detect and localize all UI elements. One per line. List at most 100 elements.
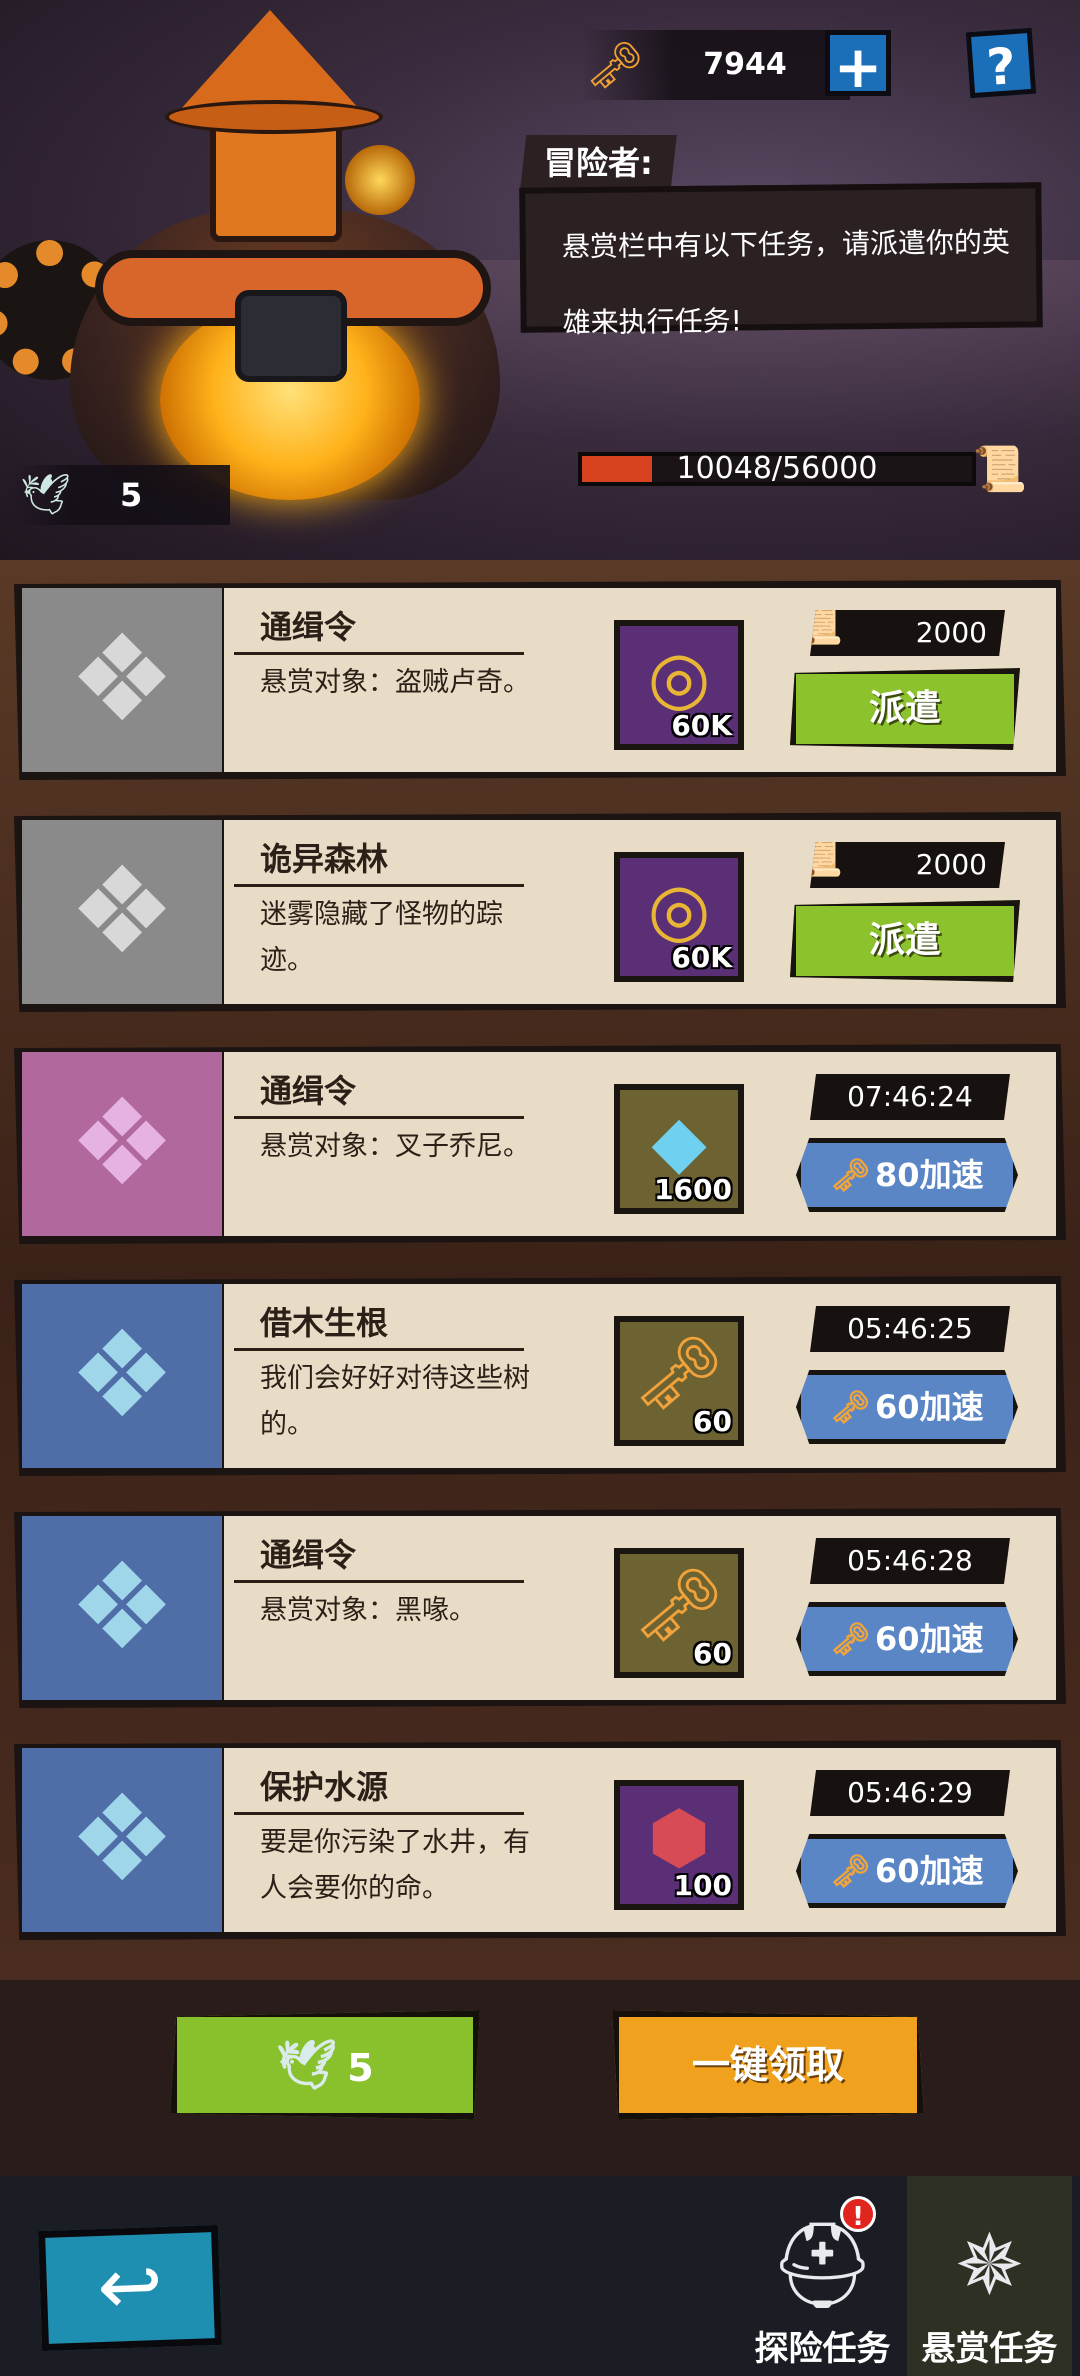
dispatch-cost: 📜 2000 — [810, 610, 1005, 656]
tab-label: 探险任务 — [754, 2329, 891, 2369]
bounty-progress-bar: 10048/56000 — [578, 452, 976, 486]
quest-emblem: ❖ — [22, 1748, 222, 1932]
quest-emblem: ❖ — [22, 1516, 222, 1700]
speed-up-button[interactable]: 🗝 60加速 — [796, 1834, 1018, 1908]
scroll-key-icon: 🗝 — [830, 1156, 872, 1194]
use-ticket-button[interactable]: 🕊 5 — [170, 2010, 480, 2120]
speed-up-button[interactable]: 🗝 60加速 — [796, 1370, 1018, 1444]
bounty-crest-icon: ❖ — [68, 842, 176, 981]
progress-label: 10048/56000 — [676, 451, 878, 486]
title-divider — [234, 884, 524, 887]
currency-display: 🗝 7944 — [580, 30, 850, 100]
dispatch-cost: 📜 2000 — [810, 842, 1005, 888]
quest-description: 悬赏对象：盗贼卢奇。 — [260, 667, 530, 698]
quest-action-panel: 05:46:28 🗝 60加速 — [760, 1516, 1056, 1700]
tab-adventure-quests[interactable]: ⛑ ! 探险任务 — [740, 2176, 905, 2376]
bottom-nav: ↩ ⛑ ! 探险任务 ✵ 悬赏任务 — [0, 2176, 1080, 2376]
title-divider — [234, 652, 524, 655]
speed-up-label: 60加速 — [875, 1388, 984, 1426]
cost-value: 2000 — [915, 848, 987, 881]
quest-reward[interactable]: ⬢ 100 — [614, 1780, 744, 1910]
scroll-key-icon: 🗝 — [830, 1388, 872, 1426]
title-divider — [234, 1348, 524, 1351]
scroll-key-icon: 🗝 — [830, 1852, 872, 1890]
golem-visor — [235, 290, 347, 382]
tab-bounty-quests[interactable]: ✵ 悬赏任务 — [907, 2176, 1072, 2376]
speed-up-button[interactable]: 🗝 60加速 — [796, 1602, 1018, 1676]
cost-value: 2000 — [915, 616, 987, 649]
notification-badge: ! — [840, 2196, 876, 2232]
quest-title: 通缉令 — [260, 608, 357, 646]
ticket-count: 5 — [120, 476, 143, 514]
speed-up-button[interactable]: 🗝 80加速 — [796, 1138, 1018, 1212]
speed-up-label: 80加速 — [875, 1156, 984, 1194]
compass-emblem-icon: ✵ — [954, 2216, 1025, 2314]
title-divider — [234, 1812, 524, 1815]
reward-amount: 1600 — [654, 1173, 732, 1206]
quest-action-panel: 📜 2000 派遣 — [760, 820, 1056, 1004]
ticket-counter: 🕊 5 — [10, 465, 230, 525]
quest-reward[interactable]: ◆ 1600 — [614, 1084, 744, 1214]
ticket-button-value: 5 — [347, 2046, 374, 2090]
quest-row[interactable]: ❖ 保护水源 要是你污染了水井，有人会要你的命。 ⬢ 100 05:46:29 … — [14, 1740, 1066, 1940]
speed-up-label: 60加速 — [875, 1852, 984, 1890]
help-button[interactable]: ? — [965, 27, 1037, 99]
quest-emblem: ❖ — [22, 588, 222, 772]
quest-reward[interactable]: ◎ 60K — [614, 620, 744, 750]
scroll-key-icon: 🗝 — [585, 38, 645, 92]
quest-emblem: ❖ — [22, 820, 222, 1004]
ticket-bird-icon: 🕊 — [20, 472, 71, 518]
quest-description: 悬赏对象：黑喙。 — [260, 1595, 476, 1626]
quest-action-panel: 07:46:24 🗝 80加速 — [760, 1052, 1056, 1236]
quest-action-panel: 05:46:25 🗝 60加速 — [760, 1284, 1056, 1468]
back-button[interactable]: ↩ — [37, 2224, 223, 2352]
quest-row[interactable]: ❖ 通缉令 悬赏对象：叉子乔尼。 ◆ 1600 07:46:24 🗝 80加速 — [14, 1044, 1066, 1244]
quest-title: 借木生根 — [260, 1304, 389, 1342]
quest-timer: 05:46:25 — [810, 1306, 1010, 1352]
reward-amount: 100 — [673, 1869, 732, 1902]
title-divider — [234, 1580, 524, 1583]
dispatch-button[interactable]: 派遣 — [790, 900, 1020, 982]
quest-timer: 07:46:24 — [810, 1074, 1010, 1120]
currency-amount: 7944 — [703, 47, 787, 82]
dialog-text: 悬赏栏中有以下任务，请派遣你的英雄来执行任务! — [561, 225, 1011, 340]
quest-reward[interactable]: 🗝 60 — [614, 1548, 744, 1678]
quest-action-panel: 05:46:29 🗝 60加速 — [760, 1748, 1056, 1932]
add-currency-button[interactable]: + — [825, 30, 891, 99]
quest-row[interactable]: ❖ 通缉令 悬赏对象：盗贼卢奇。 ◎ 60K 📜 2000 派遣 — [14, 580, 1066, 780]
dialog-box: 悬赏栏中有以下任务，请派遣你的英雄来执行任务! — [519, 182, 1043, 339]
quest-reward[interactable]: 🗝 60 — [614, 1316, 744, 1446]
quest-row[interactable]: ❖ 借木生根 我们会好好对待这些树的。 🗝 60 05:46:25 🗝 60加速 — [14, 1276, 1066, 1476]
reward-amount: 60 — [693, 1637, 732, 1670]
bounty-crest-icon: ❖ — [68, 1306, 176, 1445]
quest-title: 通缉令 — [260, 1072, 357, 1110]
quest-description: 我们会好好对待这些树的。 — [260, 1363, 530, 1440]
bounty-crest-icon: ❖ — [68, 1074, 176, 1213]
bounty-crest-icon: ❖ — [68, 610, 176, 749]
scroll-quill-icon[interactable]: 📜 — [965, 440, 1035, 500]
wizard-hat-brim — [165, 100, 383, 134]
quest-row[interactable]: ❖ 通缉令 悬赏对象：黑喙。 🗝 60 05:46:28 🗝 60加速 — [14, 1508, 1066, 1708]
top-banner: 🗝 7944 + ? 冒险者: 悬赏栏中有以下任务，请派遣你的英雄来执行任务! … — [0, 0, 1080, 560]
reward-amount: 60K — [671, 941, 732, 974]
quest-description: 迷雾隐藏了怪物的踪迹。 — [260, 899, 503, 976]
ticket-bird-icon: 🕊 — [276, 2037, 338, 2093]
quest-title: 保护水源 — [260, 1768, 389, 1806]
speaker-name: 冒险者: — [520, 135, 677, 191]
scroll-quill-icon: 📜 — [798, 606, 843, 647]
quest-reward[interactable]: ◎ 60K — [614, 852, 744, 982]
speed-up-label: 60加速 — [875, 1620, 984, 1658]
reward-amount: 60K — [671, 709, 732, 742]
claim-all-button[interactable]: 一键领取 — [612, 2010, 924, 2120]
quest-title: 诡异森林 — [260, 840, 389, 878]
title-divider — [234, 1116, 524, 1119]
quest-emblem: ❖ — [22, 1284, 222, 1468]
quest-description: 要是你污染了水井，有人会要你的命。 — [260, 1827, 530, 1904]
quest-row[interactable]: ❖ 诡异森林 迷雾隐藏了怪物的踪迹。 ◎ 60K 📜 2000 派遣 — [14, 812, 1066, 1012]
quest-action-panel: 📜 2000 派遣 — [760, 588, 1056, 772]
dispatch-button[interactable]: 派遣 — [790, 668, 1020, 750]
scroll-key-icon: 🗝 — [830, 1620, 872, 1658]
scroll-quill-icon: 📜 — [798, 838, 843, 879]
wizard-hat — [180, 10, 360, 110]
lantern-orb — [345, 145, 415, 215]
